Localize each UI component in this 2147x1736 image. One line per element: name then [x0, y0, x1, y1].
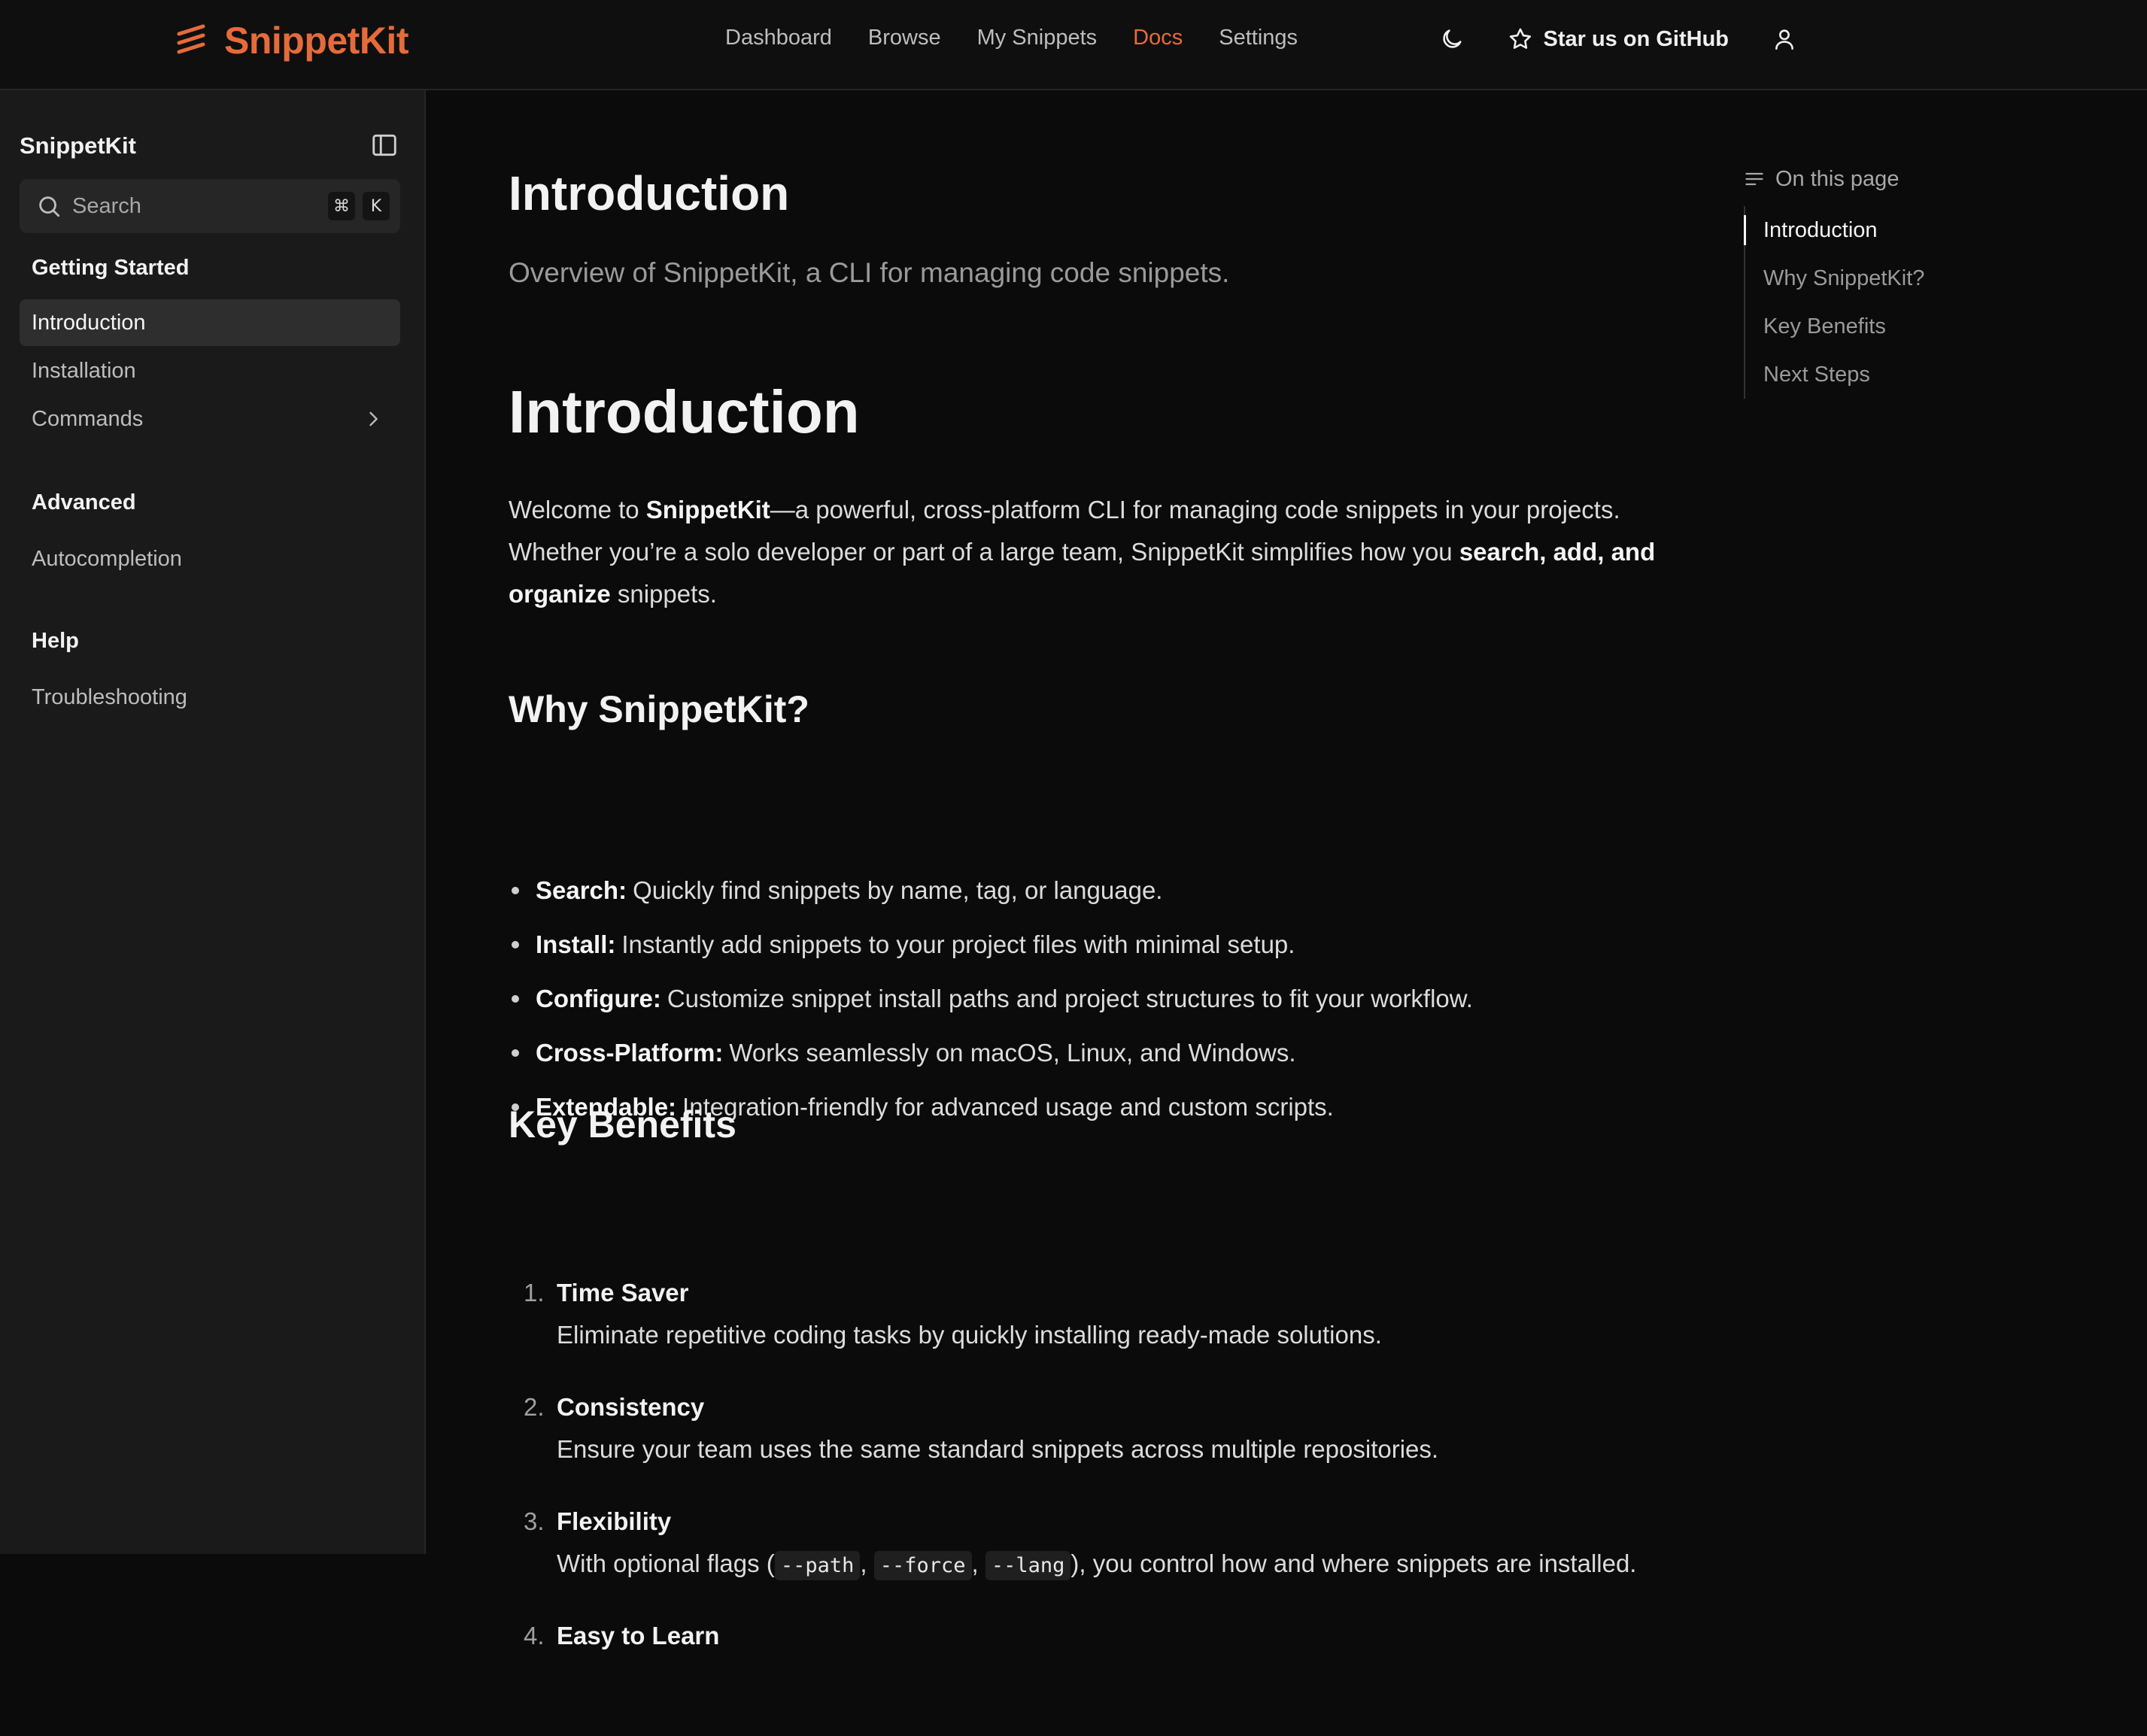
page-title: Introduction: [509, 166, 790, 220]
sidebar-item-troubleshooting[interactable]: Troubleshooting: [20, 674, 400, 721]
sidebar-item-introduction[interactable]: Introduction: [20, 299, 400, 346]
user-menu-button[interactable]: [1768, 23, 1801, 56]
user-icon: [1775, 29, 1793, 50]
toc-heading: On this page: [1744, 164, 2060, 194]
theme-toggle-button[interactable]: [1435, 23, 1468, 56]
github-star-label: Star us on GitHub: [1543, 26, 1729, 51]
nav-settings[interactable]: Settings: [1219, 26, 1298, 50]
sidebar-header: SnippetKit: [20, 129, 399, 162]
benefits-heading: Key Benefits: [509, 1103, 736, 1146]
list-item: Search: Quickly find snippets by name, ta…: [509, 863, 1473, 918]
shortcut-key-cmd: ⌘: [328, 192, 355, 220]
sidebar-item-installation[interactable]: Installation: [20, 348, 400, 394]
nav-browse[interactable]: Browse: [868, 26, 941, 50]
sidebar-item-autocompletion[interactable]: Autocompletion: [20, 536, 400, 582]
flag-lang: --lang: [985, 1551, 1071, 1580]
logo-icon: [177, 24, 205, 54]
toc-heading-label: On this page: [1775, 166, 1900, 191]
brand-name: SnippetKit: [224, 20, 408, 62]
star-icon: [1509, 28, 1531, 49]
main-nav: Dashboard Browse My Snippets Docs Settin…: [725, 26, 1298, 50]
on-this-page: On this page Introduction Why SnippetKit…: [1743, 164, 2060, 399]
sidebar-item-commands[interactable]: Commands: [20, 396, 400, 442]
why-heading: Why SnippetKit?: [509, 688, 809, 730]
list-item: Cross-Platform: Works seamlessly on macOS…: [509, 1026, 1473, 1080]
toc-item-introduction[interactable]: Introduction: [1743, 206, 1924, 254]
flag-path: --path: [774, 1551, 861, 1580]
sidebar-group-getting-started: Getting Started: [32, 256, 190, 280]
nav-docs[interactable]: Docs: [1133, 26, 1183, 50]
brand[interactable]: SnippetKit: [175, 18, 408, 63]
why-list: Search: Quickly find snippets by name, ta…: [509, 863, 1473, 1134]
sidebar-toggle-icon[interactable]: [370, 131, 399, 159]
nav-my-snippets[interactable]: My Snippets: [977, 26, 1098, 50]
sidebar-group-help: Help: [32, 629, 79, 653]
toc-item-key-benefits[interactable]: Key Benefits: [1745, 302, 1924, 351]
toc-item-why-snippetkit[interactable]: Why SnippetKit?: [1745, 254, 1924, 302]
toc-list: Introduction Why SnippetKit? Key Benefit…: [1743, 206, 1924, 399]
page-subtitle: Overview of SnippetKit, a CLI for managi…: [509, 257, 1230, 288]
moon-icon: [1442, 29, 1462, 48]
content-heading: Introduction: [509, 378, 860, 445]
github-star-button[interactable]: Star us on GitHub: [1508, 26, 1729, 52]
sidebar-title: SnippetKit: [20, 132, 136, 159]
list-item: Install: Instantly add snippets to your p…: [509, 918, 1473, 972]
intro-paragraph: Welcome to SnippetKit—a powerful, cross-…: [509, 496, 1656, 608]
search-input[interactable]: Search ⌘ K: [20, 179, 400, 233]
nav-dashboard[interactable]: Dashboard: [725, 26, 832, 50]
shortcut-key-k: K: [363, 192, 390, 220]
top-navbar: SnippetKit Dashboard Browse My Snippets …: [0, 0, 2147, 90]
sidebar-item-label: Commands: [32, 406, 144, 431]
docs-sidebar: SnippetKit Search ⌘ K Getting Started In…: [0, 90, 426, 1554]
sidebar-group-advanced: Advanced: [32, 490, 136, 514]
search-icon: [39, 196, 60, 217]
text-align-icon: [1745, 172, 1763, 186]
flag-force: --force: [873, 1551, 972, 1580]
list-item: Configure: Customize snippet install path…: [509, 972, 1473, 1026]
nav-actions: Star us on GitHub: [1435, 23, 1802, 56]
search-placeholder: Search: [72, 193, 141, 218]
chevron-right-icon: [369, 411, 378, 426]
toc-item-next-steps[interactable]: Next Steps: [1745, 351, 1924, 399]
